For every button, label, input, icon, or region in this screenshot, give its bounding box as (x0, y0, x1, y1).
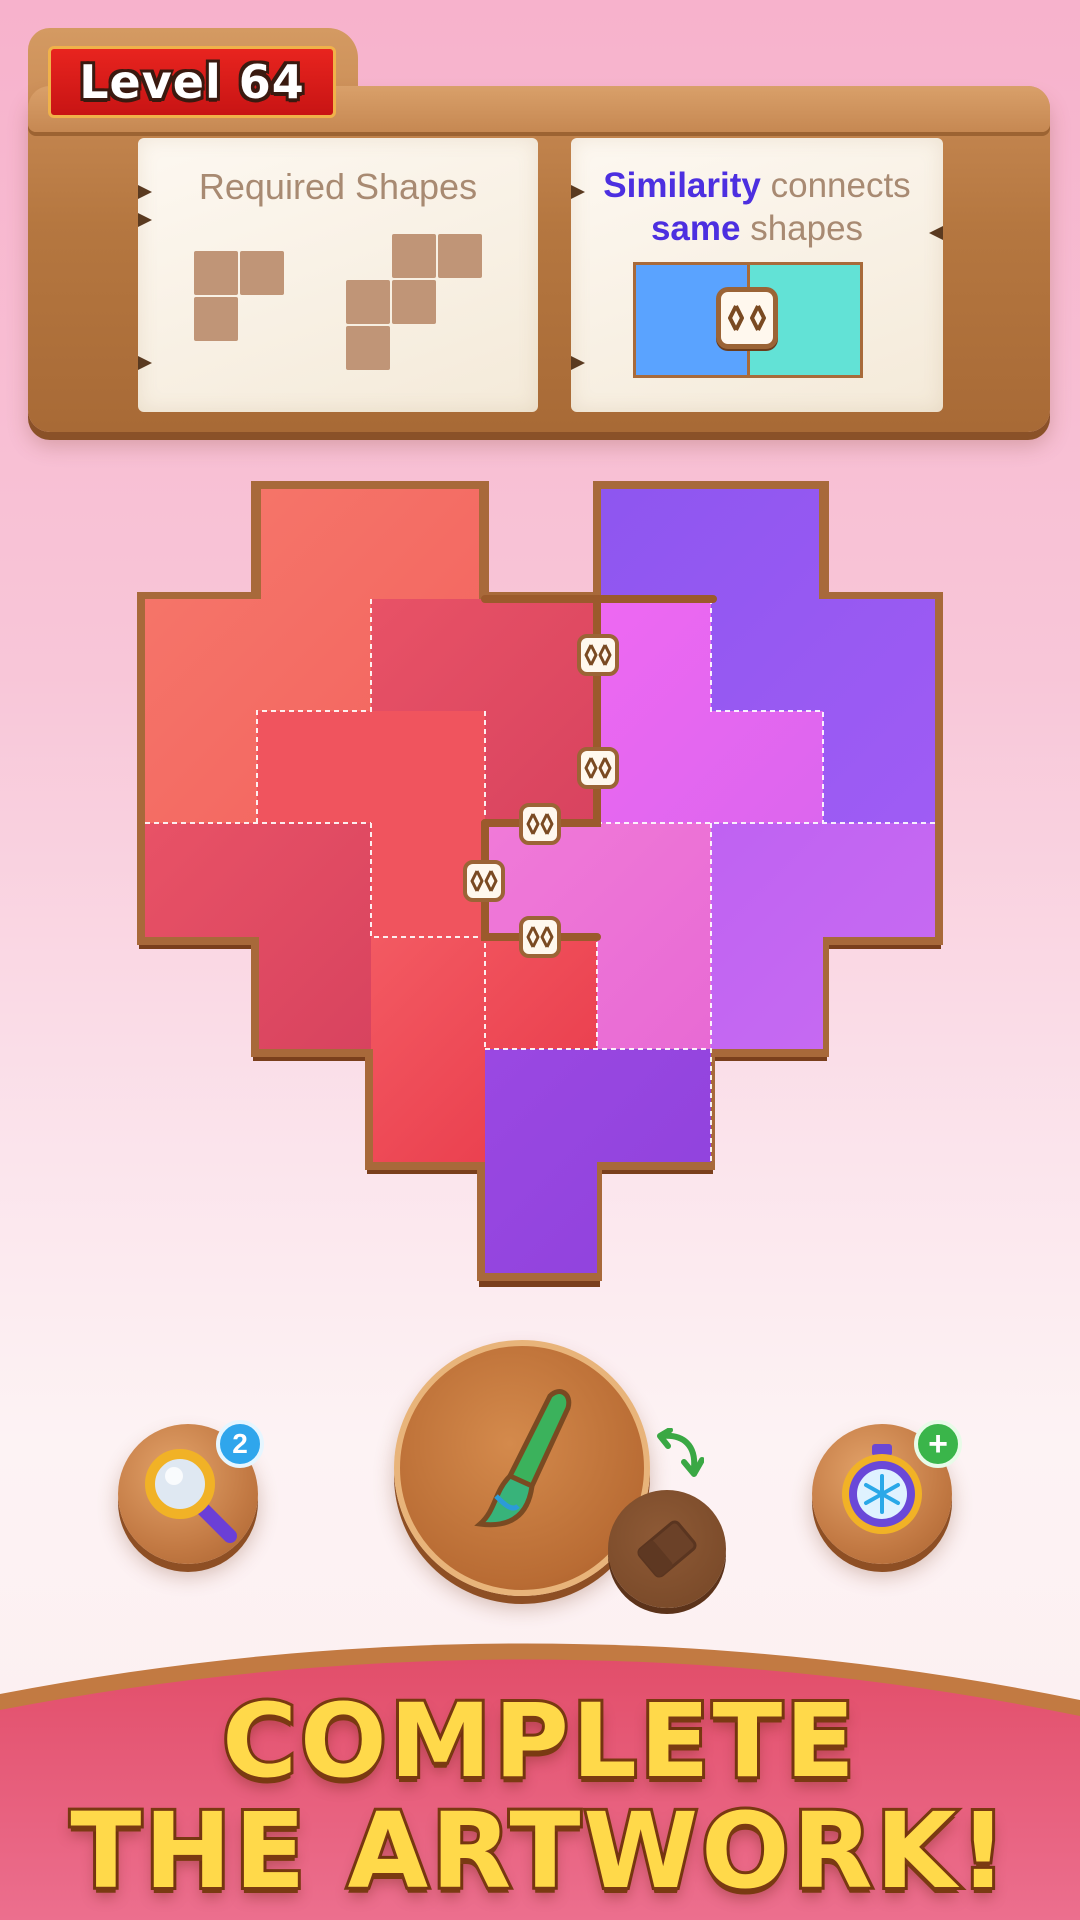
eraser-button[interactable] (608, 1490, 726, 1608)
puzzle-board[interactable] (0, 0, 1080, 1320)
hint-count-badge: 2 (216, 1420, 264, 1468)
region-lilac[interactable] (711, 823, 935, 1049)
link-icon[interactable] (519, 916, 561, 958)
eraser-icon (637, 1520, 697, 1578)
link-icon[interactable] (463, 860, 505, 902)
banner-line-1: COMPLETE (219, 1679, 858, 1804)
freeze-add-badge[interactable]: + (914, 1420, 962, 1468)
link-icon[interactable] (577, 747, 619, 789)
link-icon[interactable] (577, 634, 619, 676)
swap-arrow-icon[interactable] (654, 1428, 704, 1482)
banner-line-2: THE ARTWORK! (67, 1787, 1010, 1915)
link-icon[interactable] (519, 803, 561, 845)
